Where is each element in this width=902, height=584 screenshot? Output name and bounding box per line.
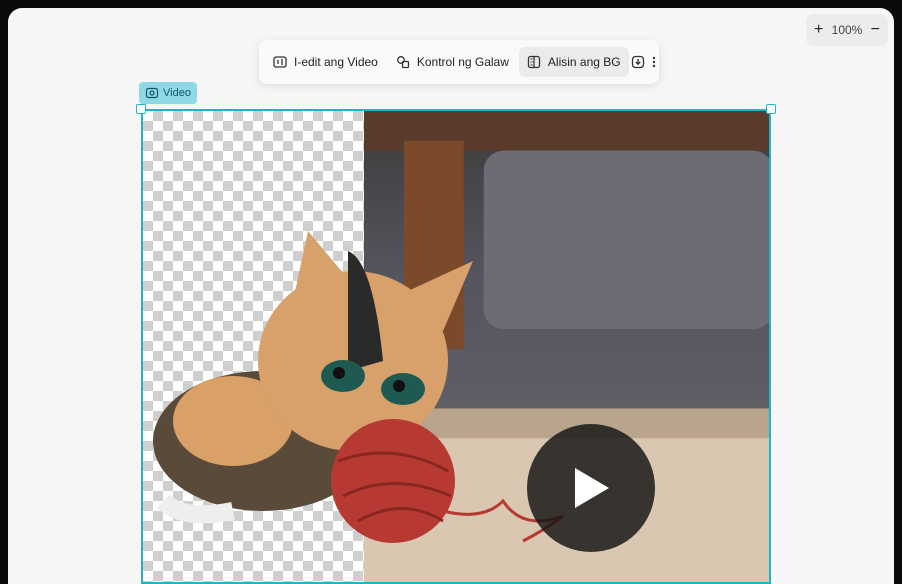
- zoom-level: 100%: [831, 23, 863, 37]
- download-icon: [631, 55, 645, 69]
- edit-video-icon: [273, 55, 287, 69]
- resize-handle-top-left[interactable]: [136, 104, 146, 114]
- motion-icon: [396, 55, 410, 69]
- video-icon: [145, 86, 159, 100]
- video-label-text: Video: [163, 87, 191, 99]
- remove-bg-label: Alisin ang BG: [547, 55, 621, 69]
- video-toolbar: I-edit ang Video Kontrol ng Galaw Alisin…: [259, 40, 659, 84]
- more-button[interactable]: [647, 47, 661, 77]
- video-label-badge: Video: [139, 82, 197, 104]
- play-button[interactable]: [527, 424, 655, 552]
- plus-icon[interactable]: +: [814, 22, 823, 38]
- remove-bg-button[interactable]: Alisin ang BG: [518, 47, 629, 77]
- zoom-control: + 100% −: [806, 14, 888, 46]
- remove-bg-icon: [527, 55, 541, 69]
- edit-video-button[interactable]: I-edit ang Video: [265, 47, 386, 77]
- minus-icon[interactable]: −: [871, 22, 880, 38]
- download-button[interactable]: [631, 47, 645, 77]
- play-icon: [575, 468, 609, 508]
- edit-video-label: I-edit ang Video: [294, 55, 378, 69]
- kitten-illustration: [153, 231, 564, 543]
- motion-control-button[interactable]: Kontrol ng Galaw: [388, 47, 517, 77]
- resize-handle-top-right[interactable]: [766, 104, 776, 114]
- motion-control-label: Kontrol ng Galaw: [416, 55, 509, 69]
- more-vertical-icon: [647, 55, 661, 69]
- editor-canvas: + 100% − I-edit ang Video Kontrol ng Gal…: [8, 8, 894, 584]
- video-frame[interactable]: [141, 109, 771, 584]
